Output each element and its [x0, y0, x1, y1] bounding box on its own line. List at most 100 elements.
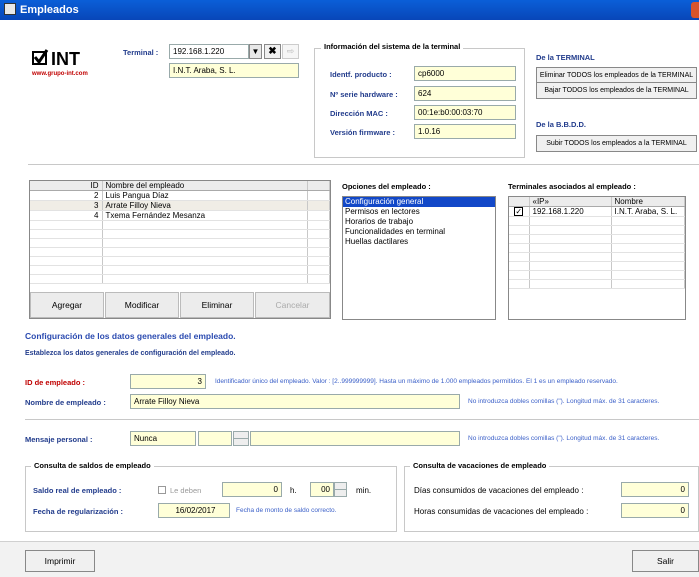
company-logo: INT www.grupo-int.com — [32, 48, 96, 78]
personal-message-select[interactable]: Nunca — [130, 431, 196, 446]
config-title: Configuración de los datos generales del… — [25, 331, 236, 341]
chevron-down-icon[interactable]: ▼ — [249, 44, 262, 59]
options-list[interactable]: Configuración general Permisos en lector… — [342, 196, 496, 320]
employee-id-label: ID de empleado : — [25, 378, 86, 387]
employees-grid[interactable]: ID Nombre del empleado 2 Luis Pangua Día… — [29, 180, 331, 319]
terminal-info-title: Información del sistema de la terminal — [321, 42, 464, 51]
employee-name: Luis Pangua Díaz — [102, 190, 308, 201]
table-row[interactable]: 2 Luis Pangua Díaz — [30, 190, 330, 201]
terminal-select[interactable]: 192.168.1.220 — [169, 44, 249, 59]
employee-id: 2 — [30, 190, 103, 201]
table-row[interactable]: ✓ 192.168.1.220 I.N.T. Araba, S. L. — [509, 206, 685, 217]
terminal-company-field: I.N.T. Araba, S. L. — [169, 63, 299, 78]
separator-top — [28, 164, 699, 165]
regularization-date-label: Fecha de regularización : — [33, 507, 124, 516]
separator-mid — [25, 419, 699, 420]
db-actions-title: De la B.B.D.D. — [536, 120, 587, 129]
terminals-assoc-table: «IP» Nombre ✓ 192.168.1.220 I.N.T. Araba… — [509, 197, 685, 289]
checkbox-checked-icon[interactable]: ✓ — [514, 207, 524, 216]
terminal-ip: 192.168.1.220 — [529, 206, 612, 217]
cancel-button[interactable]: Cancelar — [255, 292, 330, 318]
employee-name-field[interactable]: Arrate Filloy Nieva — [130, 394, 460, 409]
terminals-assoc-title: Terminales asociados al empleado : — [508, 182, 636, 191]
vacation-days-label: Días consumidos de vacaciones del emplea… — [414, 486, 584, 495]
upload-all-db-button[interactable]: Subir TODOS los empleados a la TERMINAL — [536, 135, 697, 152]
time-spinner-icon[interactable] — [233, 431, 249, 446]
hours-unit: h. — [290, 486, 297, 495]
connect-arrow-icon: ⇨ — [282, 44, 299, 59]
employee-name: Txema Fernández Mesanza — [102, 210, 308, 221]
col-header-name[interactable]: Nombre del empleado — [102, 181, 308, 191]
options-title: Opciones del empleado : — [342, 182, 431, 191]
col-header-ip[interactable]: «IP» — [529, 197, 612, 207]
balance-group — [25, 466, 397, 532]
window-title: Empleados — [20, 4, 79, 16]
print-button[interactable]: Imprimir — [25, 550, 95, 572]
config-subtitle: Establezca los datos generales de config… — [25, 350, 236, 357]
delete-employee-button[interactable]: Eliminar — [180, 292, 254, 318]
exit-button[interactable]: Salir — [632, 550, 699, 572]
option-item-general[interactable]: Configuración general — [343, 197, 495, 207]
personal-message-label: Mensaje personal : — [25, 435, 93, 444]
col-header-empty — [307, 181, 330, 191]
employee-name-hint: No introduzca dobles comillas ("). Longi… — [468, 398, 660, 405]
terminal-name: I.N.T. Araba, S. L. — [611, 206, 685, 217]
minutes-spinner-icon[interactable] — [334, 482, 347, 497]
download-all-terminal-button[interactable]: Bajar TODOS los empleados de la TERMINAL — [536, 82, 697, 99]
employee-id: 3 — [30, 200, 103, 211]
info-label-mac: Dirección MAC : — [330, 109, 388, 118]
option-item-schedules[interactable]: Horarios de trabajo — [343, 217, 495, 227]
col-header-terminal-name[interactable]: Nombre — [611, 197, 685, 207]
info-label-firmware: Versión firmware : — [330, 128, 396, 137]
minutes-unit: min. — [356, 486, 372, 495]
info-value-mac: 00:1e:b0:00:03:70 — [414, 105, 516, 120]
owe-checkbox[interactable] — [158, 486, 166, 494]
employee-id: 4 — [30, 210, 103, 221]
col-header-id[interactable]: ID — [30, 181, 103, 191]
employees-buttonbar: Agregar Modificar Eliminar Cancelar — [30, 292, 330, 318]
logo-url: www.grupo-int.com — [32, 71, 88, 77]
disconnect-icon[interactable]: ✖ — [264, 44, 281, 59]
info-value-product: cp6000 — [414, 66, 516, 81]
vacation-hours-label: Horas consumidas de vacaciones del emple… — [414, 507, 589, 516]
vacations-title: Consulta de vacaciones de empleado — [410, 461, 550, 470]
terminals-header-row: «IP» Nombre — [509, 197, 685, 207]
personal-message-time[interactable] — [198, 431, 232, 446]
logo-brand-text: INT — [51, 49, 80, 68]
vacations-group — [404, 466, 699, 532]
employees-header-row: ID Nombre del empleado — [30, 181, 330, 191]
window-titlebar: Empleados — [0, 0, 699, 20]
vacation-hours-field: 0 — [621, 503, 689, 518]
vacation-days-field: 0 — [621, 482, 689, 497]
balance-hours-field[interactable]: 0 — [222, 482, 282, 497]
terminal-label: Terminal : — [123, 48, 159, 57]
close-icon[interactable] — [691, 2, 699, 18]
regularization-date-field[interactable]: 16/02/2017 — [158, 503, 230, 518]
edit-employee-button[interactable]: Modificar — [105, 292, 179, 318]
employee-name: Arrate Filloy Nieva — [102, 200, 308, 211]
regularization-date-hint: Fecha de monto de saldo correcto. — [236, 507, 337, 514]
table-row[interactable]: 4 Txema Fernández Mesanza — [30, 210, 330, 221]
logo-icon: INT — [32, 49, 80, 69]
terminal-info-group — [314, 48, 525, 158]
personal-message-text[interactable] — [250, 431, 460, 446]
info-label-serial: Nº serie hardware : — [330, 90, 398, 99]
option-item-fingerprints[interactable]: Huellas dactilares — [343, 237, 495, 247]
employee-id-field[interactable]: 3 — [130, 374, 206, 389]
balance-minutes-field[interactable]: 00 — [310, 482, 334, 497]
add-employee-button[interactable]: Agregar — [30, 292, 104, 318]
balance-real-label: Saldo real de empleado : — [33, 486, 122, 495]
main-panel: INT www.grupo-int.com Terminal : 192.168… — [0, 20, 699, 577]
terminal-select-value: 192.168.1.220 — [173, 47, 225, 56]
terminal-actions-title: De la TERMINAL — [536, 53, 595, 62]
employee-id-hint: Identificador único del empleado. Valor … — [215, 378, 618, 385]
personal-message-hint: No introduzca dobles comillas ("). Longi… — [468, 435, 660, 442]
terminals-assoc-grid[interactable]: «IP» Nombre ✓ 192.168.1.220 I.N.T. Araba… — [508, 196, 686, 320]
employee-name-label: Nombre de empleado : — [25, 398, 106, 407]
footer-bar: Imprimir Salir — [0, 541, 699, 577]
option-item-permissions[interactable]: Permisos en lectores — [343, 207, 495, 217]
owe-label: Le deben — [170, 486, 202, 495]
option-item-functionalities[interactable]: Funcionalidades en terminal — [343, 227, 495, 237]
balance-title: Consulta de saldos de empleado — [31, 461, 154, 470]
table-row-selected[interactable]: 3 Arrate Filloy Nieva — [30, 200, 330, 211]
